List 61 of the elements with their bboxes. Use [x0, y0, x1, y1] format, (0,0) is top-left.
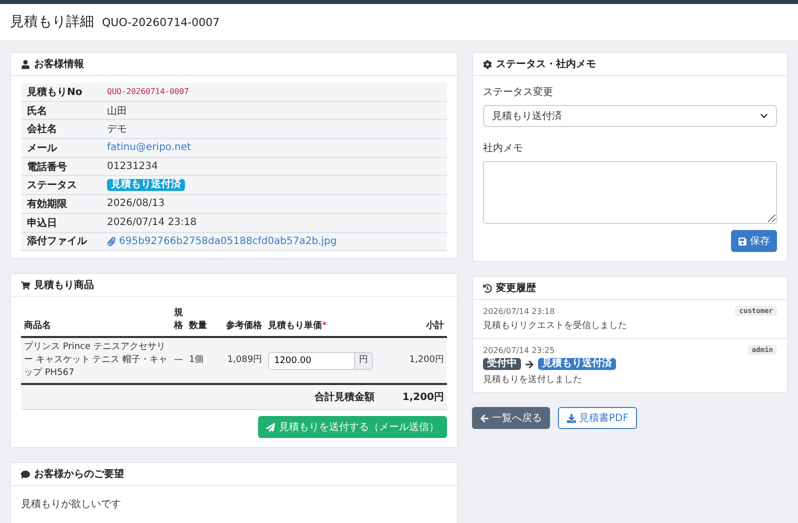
field-value: 2026/08/13 [107, 198, 165, 210]
quote-number: QUO-20260714-0007 [107, 87, 189, 96]
paperclip-icon [107, 236, 116, 246]
memo-field[interactable] [483, 161, 777, 224]
card-title: 見積もり商品 [11, 274, 457, 298]
user-icon [21, 60, 30, 68]
save-icon [738, 236, 747, 246]
attachment-link[interactable]: 695b92766b2758da05188cfd0ab57a2b.jpg [119, 236, 337, 247]
history-time: 2026/07/14 23:18 [483, 306, 555, 316]
settings-icon [483, 60, 492, 68]
back-button[interactable]: 一覧へ戻る [472, 407, 550, 429]
field-label: 社内メモ [483, 142, 524, 155]
field-label: 電話番号 [27, 160, 68, 174]
field-label: 氏名 [27, 104, 48, 118]
field-label: 見積もりNo [27, 86, 84, 99]
table-cell: 1,200円 [398, 337, 447, 384]
status-badge: 見積もり送付済 [107, 179, 185, 192]
arrow-left-icon [480, 414, 489, 422]
table-cell: プリンス Prince テニスアクセサリー キャスケット テニス 帽子・キャップ PH567 [21, 337, 171, 384]
paper-plane-icon [266, 422, 275, 432]
field-label: 申込日 [27, 216, 58, 230]
comment-icon [21, 470, 30, 479]
table-cell: 1個 [186, 337, 215, 384]
cart-icon [21, 280, 30, 290]
history-time: 2026/07/14 23:25 [483, 346, 555, 354]
field-label: 添付ファイル [27, 234, 88, 248]
quote-number: QUO-20260714-0007 [102, 16, 220, 28]
table-cell: — [171, 337, 186, 384]
field-label: メール [27, 142, 58, 155]
field-label: ステータス変更 [483, 86, 554, 99]
history-message: 見積もりを送付しました [483, 374, 583, 386]
chevron-down-icon [760, 112, 768, 120]
field-label: 会社名 [27, 122, 58, 136]
page-title: 見積もり詳細 [10, 13, 94, 31]
history-message: 見積もりリクエストを受信しました [483, 320, 628, 332]
field-value: 2026/07/14 23:18 [107, 217, 197, 228]
save-button[interactable]: 保存 [731, 230, 777, 252]
field-label: 有効期限 [27, 198, 68, 211]
field-value: 01231234 [107, 161, 158, 172]
card-title: ステータス・社内メモ [473, 53, 787, 76]
card-title: お客様からのご要望 [11, 463, 457, 486]
pdf-button[interactable]: 見積書PDF [558, 407, 638, 429]
download-icon [567, 414, 576, 422]
email-link[interactable]: fatinu@eripo.net [107, 142, 191, 154]
arrow-icon [525, 360, 534, 368]
price-input[interactable]: 1200.00 円 [268, 352, 374, 370]
request-text: 見積もりが欲しいです [21, 498, 122, 512]
table-cell: 1,089円 [214, 337, 266, 384]
required-mark: * [322, 321, 327, 332]
status-badge: 見積もり送付済 [538, 358, 616, 370]
card-title: 変更履歴 [473, 277, 787, 300]
send-button[interactable]: 見積もりを送付する（メール送信） [258, 416, 447, 438]
total-amount: 1,200円 [402, 391, 444, 404]
field-value: デモ [107, 123, 127, 136]
field-label: ステータス [27, 179, 78, 192]
status-select[interactable]: 見積もり送付済 [483, 105, 777, 127]
status-badge: 受付中 [483, 358, 521, 370]
total-label: 合計見積金額 [314, 390, 374, 404]
history-icon [483, 284, 492, 292]
card-title: お客様情報 [11, 53, 457, 76]
field-value: 山田 [107, 104, 127, 118]
